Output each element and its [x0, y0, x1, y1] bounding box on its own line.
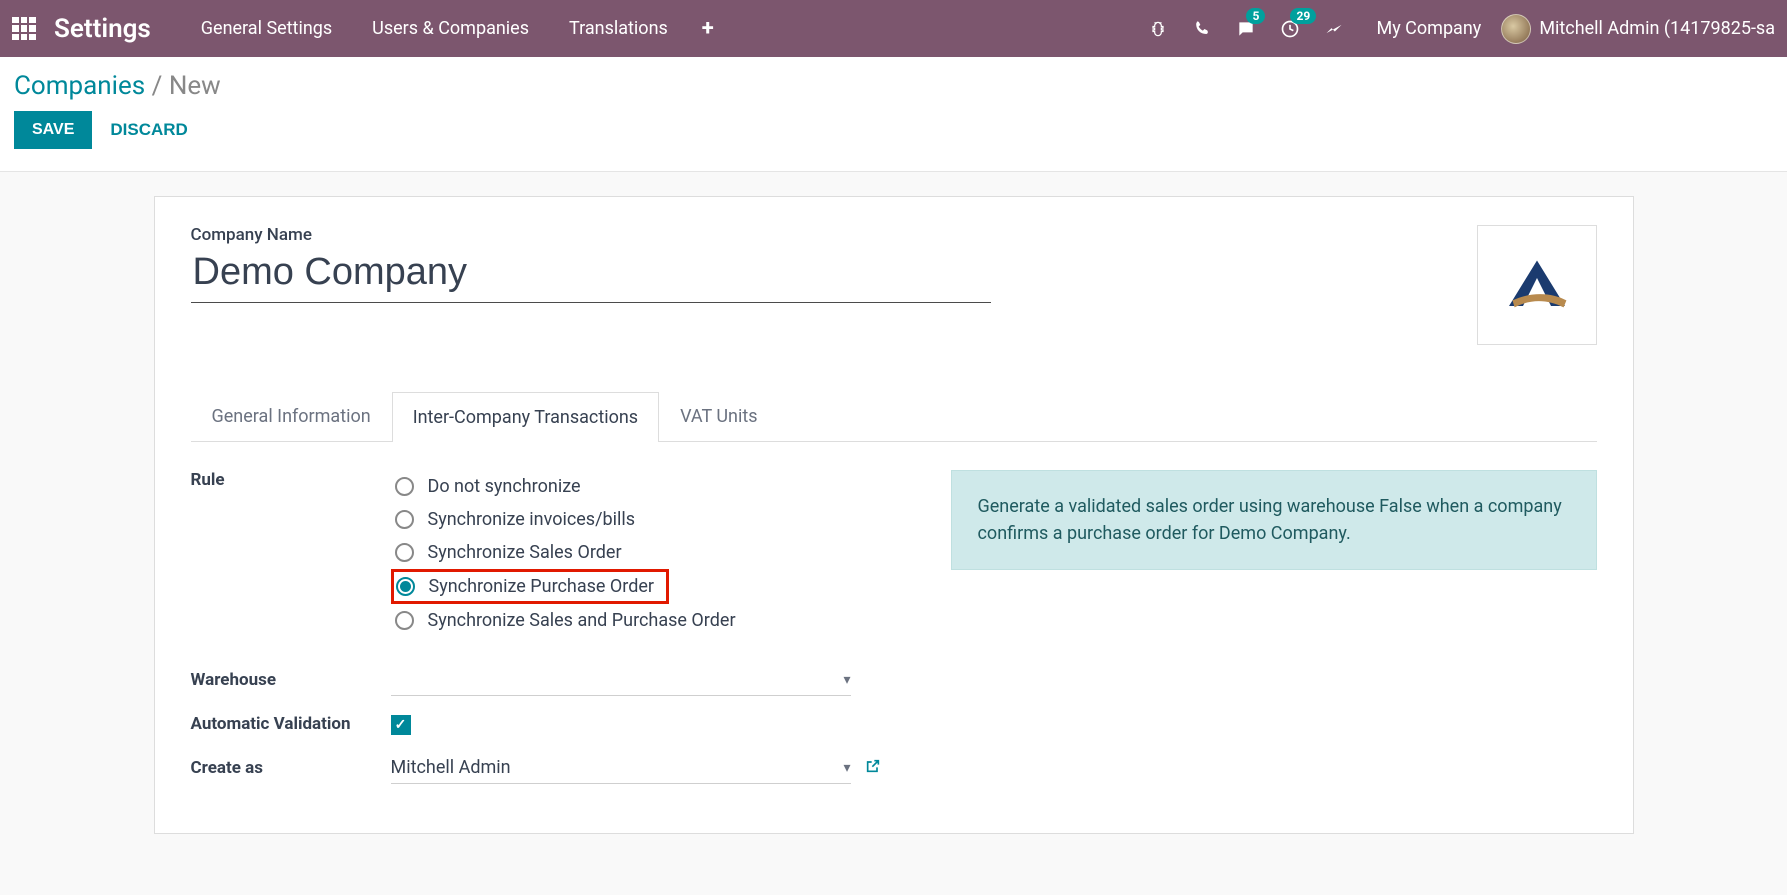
info-callout: Generate a validated sales order using w… [951, 470, 1597, 570]
menu-users-companies[interactable]: Users & Companies [352, 0, 549, 57]
radio-icon [395, 611, 414, 630]
debug-icon[interactable] [1136, 0, 1180, 57]
warehouse-select[interactable]: ▾ [391, 665, 851, 696]
discard-button[interactable]: DISCARD [110, 120, 187, 140]
create-as-value: Mitchell Admin [391, 757, 844, 779]
tab-general-information[interactable]: General Information [191, 391, 392, 441]
add-menu-icon[interactable]: + [688, 16, 728, 41]
create-as-select[interactable]: Mitchell Admin ▾ [391, 753, 851, 784]
rule-radio-group: Do not synchronize Synchronize invoices/… [391, 470, 891, 637]
warehouse-label: Warehouse [191, 670, 391, 690]
topbar: Settings General Settings Users & Compan… [0, 0, 1787, 57]
messaging-icon[interactable]: 5 [1224, 0, 1268, 57]
apps-grid-icon[interactable] [12, 17, 36, 41]
auto-validation-checkbox[interactable] [391, 715, 411, 735]
breadcrumb: Companies / New [14, 71, 1773, 101]
avatar[interactable] [1501, 14, 1531, 44]
breadcrumb-current: New [169, 71, 221, 101]
user-menu[interactable]: Mitchell Admin (14179825-sa [1539, 18, 1775, 39]
tab-bar: General Information Inter-Company Transa… [191, 391, 1597, 442]
auto-validation-label: Automatic Validation [191, 714, 391, 734]
messaging-badge: 5 [1246, 8, 1265, 24]
radio-icon [395, 543, 414, 562]
company-name-label: Company Name [191, 225, 991, 245]
radio-icon [395, 477, 414, 496]
app-title: Settings [54, 14, 151, 44]
activity-icon[interactable]: 29 [1268, 0, 1312, 57]
radio-icon [396, 577, 415, 596]
company-logo-icon [1502, 255, 1572, 315]
company-logo[interactable] [1477, 225, 1597, 345]
radio-icon [395, 510, 414, 529]
tools-icon[interactable] [1312, 0, 1356, 57]
control-panel: Companies / New SAVE DISCARD [0, 57, 1787, 171]
tab-inter-company-transactions[interactable]: Inter-Company Transactions [392, 392, 659, 442]
rule-option-sync-sales[interactable]: Synchronize Sales Order [391, 536, 891, 569]
form-sheet: Company Name General Information Inter-C… [154, 196, 1634, 834]
create-as-label: Create as [191, 758, 391, 778]
breadcrumb-sep: / [152, 71, 169, 101]
company-name-input[interactable] [191, 249, 991, 303]
rule-option-sync-invoices[interactable]: Synchronize invoices/bills [391, 503, 891, 536]
tab-vat-units[interactable]: VAT Units [659, 391, 778, 441]
menu-general-settings[interactable]: General Settings [181, 0, 352, 57]
warehouse-value [391, 669, 844, 691]
company-switcher[interactable]: My Company [1356, 18, 1501, 39]
rule-option-sync-both[interactable]: Synchronize Sales and Purchase Order [391, 604, 891, 637]
external-link-icon[interactable] [865, 758, 881, 778]
chevron-down-icon: ▾ [843, 760, 850, 776]
rule-option-do-not-sync[interactable]: Do not synchronize [391, 470, 891, 503]
breadcrumb-root[interactable]: Companies [14, 71, 145, 101]
rule-label: Rule [191, 470, 391, 490]
phone-icon[interactable] [1180, 0, 1224, 57]
save-button[interactable]: SAVE [14, 111, 92, 149]
menu-translations[interactable]: Translations [549, 0, 688, 57]
rule-option-sync-purchase[interactable]: Synchronize Purchase Order [391, 569, 669, 604]
chevron-down-icon: ▾ [843, 672, 850, 688]
